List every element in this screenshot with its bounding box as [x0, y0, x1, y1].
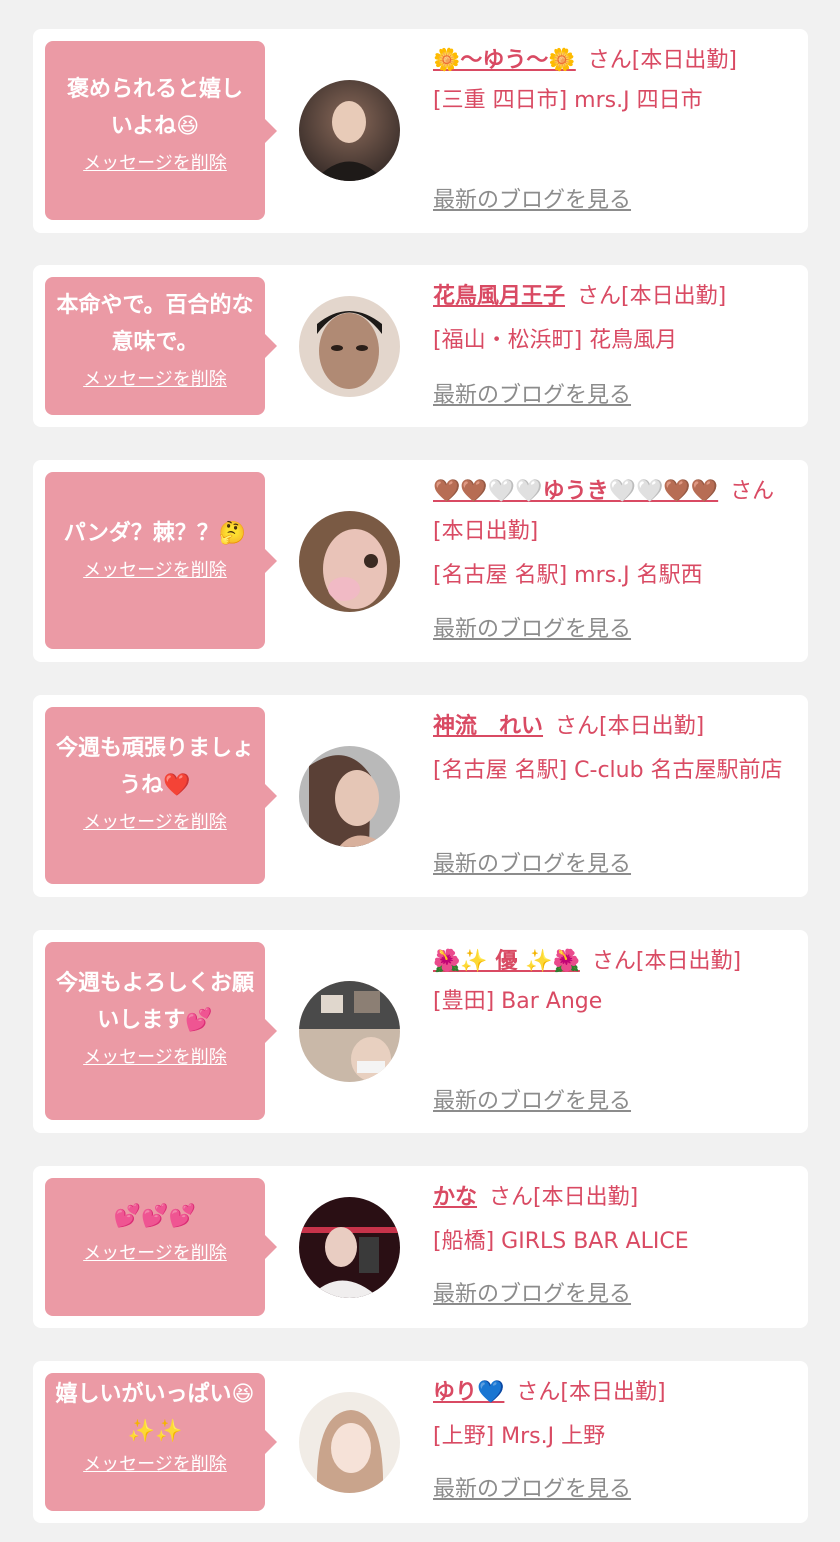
message-bubble: パンダ？棘？？🤔 メッセージを削除: [45, 472, 277, 649]
blog-link[interactable]: 最新のブログを見る: [433, 615, 631, 645]
blog-link[interactable]: 最新のブログを見る: [433, 1280, 631, 1310]
blog-link[interactable]: 最新のブログを見る: [433, 850, 631, 880]
message-text: 嬉しいがいっぱい😆✨✨: [55, 1382, 255, 1444]
avatar[interactable]: [299, 511, 400, 612]
message-bubble: 褒められると嬉しいよね😆 メッセージを削除: [45, 41, 277, 220]
cast-name-link[interactable]: 🤎🤎🤍🤍ゆうき🤍🤍🤎🤎: [433, 479, 718, 504]
list-item: 今週も頑張りましょうね❤️ メッセージを削除 神流 れい さん[本日出勤] [名古…: [33, 695, 808, 897]
list-item: 褒められると嬉しいよね😆 メッセージを削除 🌼〜ゆう〜🌼 さん[本日出勤] [三重…: [33, 29, 808, 233]
avatar[interactable]: [299, 1197, 400, 1298]
message-bubble: 💕💕💕 メッセージを削除: [45, 1178, 277, 1316]
message-text: 褒められると嬉しいよね😆: [66, 77, 243, 139]
delete-message-link[interactable]: メッセージを削除: [45, 1452, 265, 1478]
message-bubble: 本命やで。百合的な意味で。 メッセージを削除: [45, 277, 277, 415]
list-item: 本命やで。百合的な意味で。 メッセージを削除 花鳥風月王子 さん[本日出勤] [福…: [33, 265, 808, 427]
cast-info: かな さん[本日出勤] [船橋] GIRLS BAR ALICE: [433, 1178, 795, 1262]
delete-message-link[interactable]: メッセージを削除: [45, 151, 265, 177]
shop-name: [豊田] Bar Ange: [433, 989, 603, 1014]
delete-message-link[interactable]: メッセージを削除: [45, 1045, 265, 1071]
cast-name-link[interactable]: ゆり💙: [433, 1380, 504, 1405]
blog-link[interactable]: 最新のブログを見る: [433, 1475, 631, 1505]
avatar[interactable]: [299, 80, 400, 181]
blog-link[interactable]: 最新のブログを見る: [433, 186, 631, 216]
shop-name: [福山・松浜町] 花鳥風月: [433, 328, 678, 353]
status-suffix: さん[本日出勤]: [577, 284, 727, 309]
message-bubble: 嬉しいがいっぱい😆✨✨ メッセージを削除: [45, 1373, 277, 1511]
shop-name: [上野] Mrs.J 上野: [433, 1424, 606, 1449]
avatar[interactable]: [299, 981, 400, 1082]
avatar[interactable]: [299, 296, 400, 397]
message-bubble: 今週もよろしくお願いします💕 メッセージを削除: [45, 942, 277, 1120]
status-suffix: さん[本日出勤]: [516, 1380, 666, 1405]
list-item: 今週もよろしくお願いします💕 メッセージを削除 🌺✨ 優 ✨🌺 さん[本日出勤] …: [33, 930, 808, 1133]
shop-name: [船橋] GIRLS BAR ALICE: [433, 1229, 689, 1254]
cast-info: 🤎🤎🤍🤍ゆうき🤍🤍🤎🤎 さん[本日出勤] [名古屋 名駅] mrs.J 名駅西: [433, 472, 795, 596]
cast-name-link[interactable]: 神流 れい: [433, 714, 543, 739]
cast-info: 神流 れい さん[本日出勤] [名古屋 名駅] C-club 名古屋駅前店: [433, 707, 795, 791]
status-suffix: さん[本日出勤]: [587, 48, 737, 73]
message-text: 今週も頑張りましょうね❤️: [55, 736, 254, 798]
delete-message-link[interactable]: メッセージを削除: [45, 1241, 265, 1267]
cast-info: ゆり💙 さん[本日出勤] [上野] Mrs.J 上野: [433, 1373, 795, 1457]
cast-info: 🌺✨ 優 ✨🌺 さん[本日出勤] [豊田] Bar Ange: [433, 942, 795, 1022]
status-suffix: さん[本日出勤]: [555, 714, 705, 739]
delete-message-link[interactable]: メッセージを削除: [45, 810, 265, 836]
status-suffix: さん[本日出勤]: [591, 949, 742, 974]
favorite-list: 褒められると嬉しいよね😆 メッセージを削除 🌼〜ゆう〜🌼 さん[本日出勤] [三重…: [0, 0, 840, 1542]
message-text: パンダ？棘？？🤔: [63, 521, 247, 546]
list-item: 嬉しいがいっぱい😆✨✨ メッセージを削除 ゆり💙 さん[本日出勤] [上野] Mr…: [33, 1361, 808, 1523]
cast-name-link[interactable]: 🌼〜ゆう〜🌼: [433, 48, 576, 73]
status-suffix: さん[本日出勤]: [489, 1185, 639, 1210]
message-bubble: 今週も頑張りましょうね❤️ メッセージを削除: [45, 707, 277, 884]
message-text: 💕💕💕: [113, 1204, 197, 1229]
blog-link[interactable]: 最新のブログを見る: [433, 381, 631, 411]
delete-message-link[interactable]: メッセージを削除: [45, 558, 265, 584]
cast-name-link[interactable]: 🌺✨ 優 ✨🌺: [433, 949, 580, 974]
avatar[interactable]: [299, 1392, 400, 1493]
list-item: 💕💕💕 メッセージを削除 かな さん[本日出勤] [船橋] GIRLS BAR A…: [33, 1166, 808, 1328]
shop-name: [名古屋 名駅] C-club 名古屋駅前店: [433, 758, 783, 783]
message-text: 本命やで。百合的な意味で。: [56, 293, 254, 355]
cast-name-link[interactable]: かな: [433, 1185, 477, 1210]
message-text: 今週もよろしくお願いします💕: [55, 971, 254, 1033]
blog-link[interactable]: 最新のブログを見る: [433, 1087, 631, 1117]
shop-name: [名古屋 名駅] mrs.J 名駅西: [433, 563, 703, 588]
avatar[interactable]: [299, 746, 400, 847]
list-item: パンダ？棘？？🤔 メッセージを削除 🤎🤎🤍🤍ゆうき🤍🤍🤎🤎 さん[本日出勤] [名…: [33, 460, 808, 662]
cast-info: 🌼〜ゆう〜🌼 さん[本日出勤] [三重 四日市] mrs.J 四日市: [433, 41, 795, 121]
cast-info: 花鳥風月王子 さん[本日出勤] [福山・松浜町] 花鳥風月: [433, 277, 795, 361]
shop-name: [三重 四日市] mrs.J 四日市: [433, 88, 703, 113]
delete-message-link[interactable]: メッセージを削除: [45, 367, 265, 393]
cast-name-link[interactable]: 花鳥風月王子: [433, 284, 565, 309]
